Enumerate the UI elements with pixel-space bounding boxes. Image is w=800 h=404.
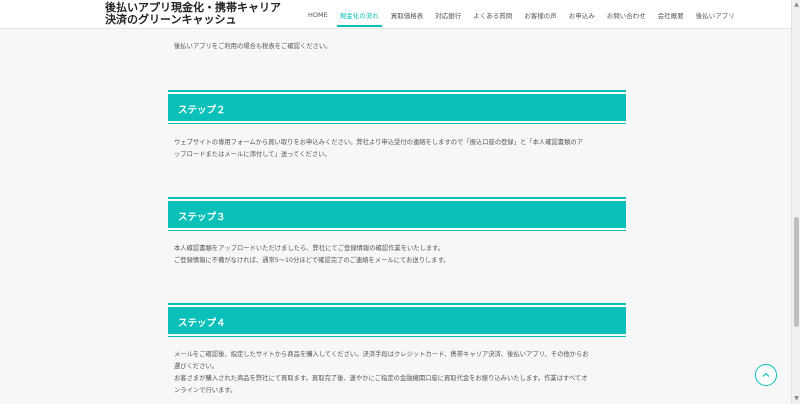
step-2-title: ステップ２ — [178, 105, 226, 116]
nav-item-banks[interactable]: 対応銀行 — [429, 0, 467, 29]
step-3-line-1: 本人確認書類をアップロードいただけましたら、弊社にてご登録情報の確認作業をいたし… — [174, 245, 445, 252]
scroll-down-arrow-icon[interactable]: ▼ — [793, 395, 800, 402]
nav-item-home[interactable]: HOME — [302, 0, 334, 29]
step-2-line-1: ウェブサイトの専用フォームから買い取りをお申込みください。弊社より申込受付の連絡… — [174, 139, 583, 146]
site-header: 後払いアプリ現金化・携帯キャリア 決済のグリーンキャッシュ HOME 現金化の流… — [0, 0, 791, 29]
step-4-header: ステップ４ — [168, 305, 626, 334]
step-4-title: ステップ４ — [178, 318, 226, 329]
step-4-line-4: ンラインで行います。 — [174, 387, 237, 394]
step-3-header: ステップ３ — [168, 199, 626, 228]
step-4-line-2: 選びください。 — [174, 363, 219, 370]
nav-item-price-list[interactable]: 買取価格表 — [385, 0, 430, 29]
step-2-text: ウェブサイトの専用フォームから買い取りをお申込みください。弊社より申込受付の連絡… — [174, 137, 624, 161]
step-3-line-2: ご登録情報に不備がなければ、通常5～10分ほどで確認完了のご連絡をメールにてお送… — [174, 257, 450, 264]
nav-item-flow[interactable]: 現金化の流れ — [334, 0, 385, 29]
step-3-title: ステップ３ — [178, 212, 226, 223]
nav-item-bnpl-apps[interactable]: 後払いアプリ — [690, 0, 741, 29]
step-2-line-2: ップロードまたはメールに添付して」送ってください。 — [174, 151, 331, 158]
nav-item-apply[interactable]: お申込み — [563, 0, 601, 29]
intro-text: 後払いアプリをご利用の場合も税表をご確認ください。 — [174, 43, 332, 50]
nav-item-faq[interactable]: よくある質問 — [467, 0, 518, 29]
step-4-line-3: お客さまが購入された商品を弊社にて買取ます。買取完了後、速やかにご指定の金融機関… — [174, 375, 588, 382]
logo-line-2: 決済のグリーンキャッシュ — [105, 13, 237, 26]
site-logo[interactable]: 後払いアプリ現金化・携帯キャリア 決済のグリーンキャッシュ — [105, 2, 281, 26]
nav-item-reviews[interactable]: お客様の声 — [518, 0, 563, 29]
chevron-up-icon — [762, 372, 770, 377]
page-scrollbar[interactable]: ▲ ▼ — [791, 0, 800, 404]
scrollbar-thumb[interactable] — [794, 217, 799, 327]
step-3-text: 本人確認書類をアップロードいただけましたら、弊社にてご登録情報の確認作業をいたし… — [174, 243, 624, 267]
step-2-header: ステップ２ — [168, 92, 626, 121]
back-to-top-button[interactable] — [755, 364, 777, 386]
nav-item-contact[interactable]: お問い合わせ — [601, 0, 652, 29]
nav-item-company[interactable]: 会社概要 — [652, 0, 690, 29]
main-nav: HOME 現金化の流れ 買取価格表 対応銀行 よくある質問 お客様の声 お申込み… — [302, 0, 741, 29]
step-4-line-1: メールをご確認後、指定したサイトから商品を購入してください。決済手段はクレジット… — [174, 351, 589, 358]
step-4-text: メールをご確認後、指定したサイトから商品を購入してください。決済手段はクレジット… — [174, 349, 624, 397]
scroll-up-arrow-icon[interactable]: ▲ — [793, 1, 800, 8]
